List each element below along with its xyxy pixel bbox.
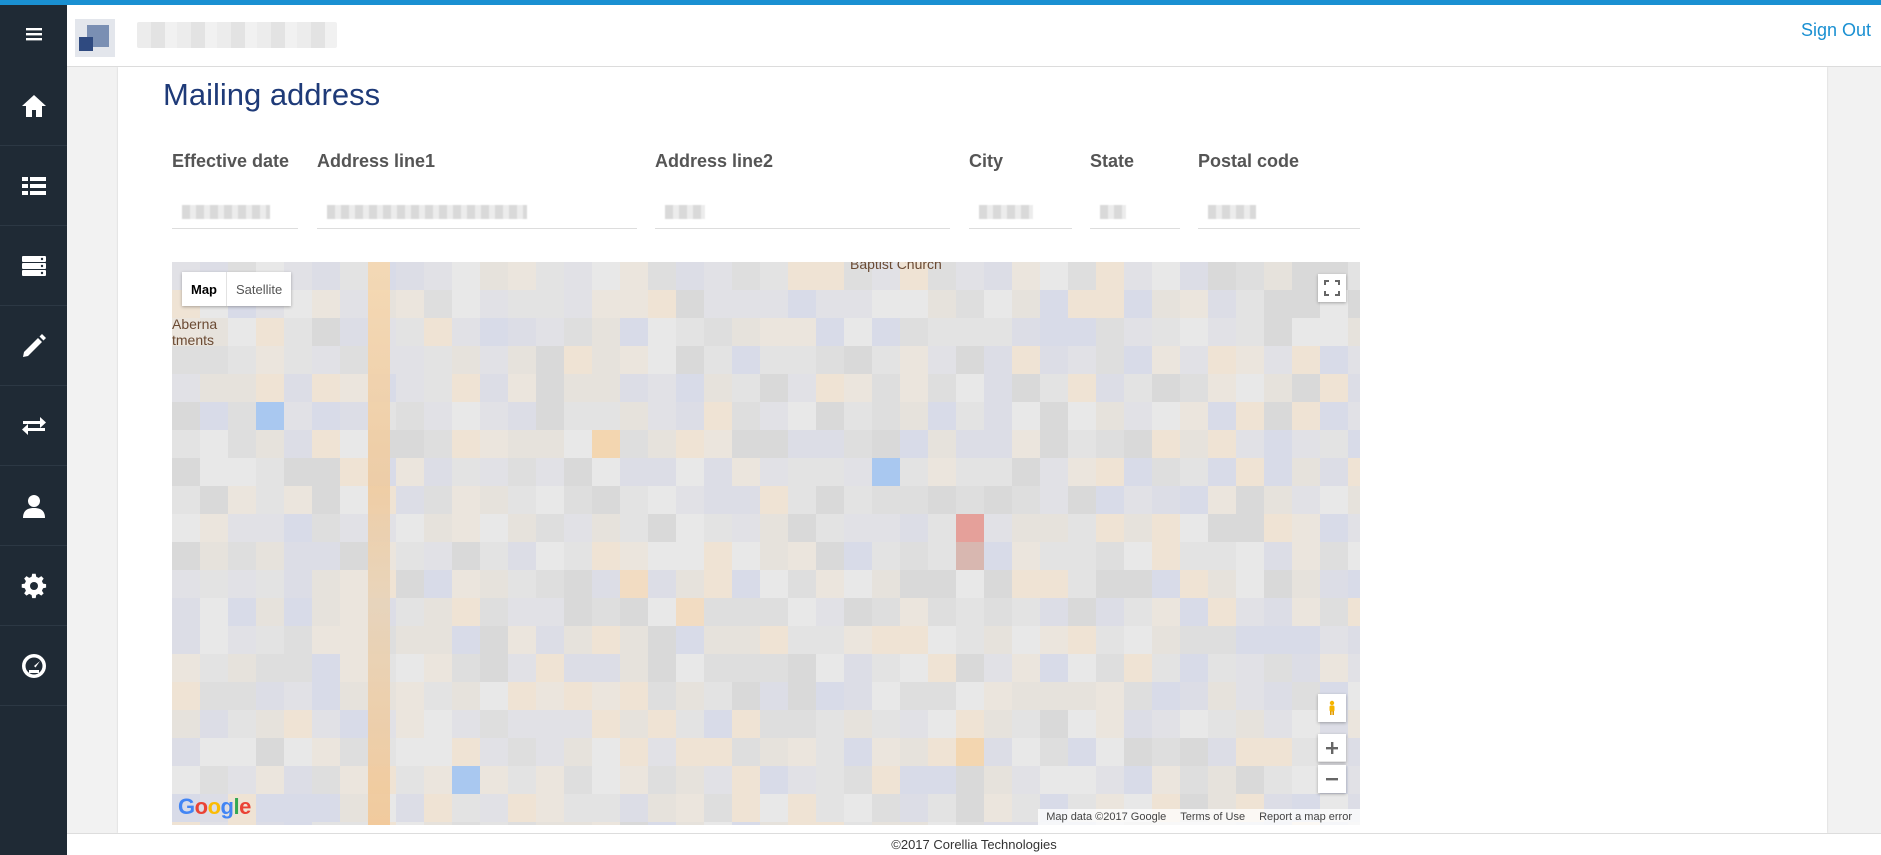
mailing-address-card: Mailing address Effective date Address l… [118, 67, 1827, 833]
list-icon [21, 176, 46, 195]
app-header: Sign Out [67, 5, 1881, 67]
address-line1-label: Address line1 [317, 151, 436, 171]
map-road [368, 262, 390, 825]
state-value[interactable] [1090, 197, 1180, 229]
sidebar-item-server[interactable] [0, 226, 67, 306]
state-label: State [1090, 151, 1135, 171]
map-attribution-bar: Map data ©2017 Google Terms of Use Repor… [1038, 809, 1360, 825]
google-map[interactable]: Baptist Church Aberna tments Map Satelli… [172, 262, 1360, 825]
sidebar-item-edit[interactable] [0, 306, 67, 386]
address-line2-value[interactable] [655, 197, 950, 229]
sidebar-item-profile[interactable] [0, 466, 67, 546]
effective-date-field: Effective date [172, 151, 298, 229]
map-attribution: Map data ©2017 Google [1046, 811, 1167, 823]
server-icon [21, 255, 46, 276]
address-line2-field: Address line2 [655, 151, 950, 229]
home-icon [21, 94, 46, 117]
page-footer: ©2017 Corellia Technologies [67, 833, 1881, 855]
effective-date-value[interactable] [172, 197, 298, 229]
map-type-map-button[interactable]: Map [182, 272, 226, 306]
state-field: State [1090, 151, 1180, 229]
pencil-icon [22, 333, 46, 357]
address-line1-field: Address line1 [317, 151, 637, 229]
city-value[interactable] [969, 197, 1072, 229]
postal-code-field: Postal code [1198, 151, 1360, 229]
report-map-error-link[interactable]: Report a map error [1259, 811, 1352, 823]
company-logo [75, 19, 115, 57]
postal-code-label: Postal code [1198, 151, 1300, 171]
address-line2-label: Address line2 [655, 151, 774, 171]
terms-of-use-link[interactable]: Terms of Use [1180, 811, 1245, 823]
sidebar-item-list[interactable] [0, 146, 67, 226]
map-place-label: Baptist Church [850, 262, 942, 272]
section-title: Mailing address [163, 77, 381, 112]
top-accent-bar [0, 0, 1881, 5]
sidebar [0, 0, 67, 855]
street-view-button[interactable] [1318, 694, 1346, 722]
hamburger-icon [25, 28, 42, 41]
sidebar-item-home[interactable] [0, 66, 67, 146]
map-place-label: Aberna [172, 316, 218, 332]
sidebar-item-settings[interactable] [0, 546, 67, 626]
city-field: City [969, 151, 1072, 229]
address-line1-value[interactable] [317, 197, 637, 229]
brand-name-redacted [137, 22, 337, 48]
gauge-icon [21, 653, 46, 678]
gear-icon [21, 573, 46, 598]
map-type-toggle: Map Satellite [182, 272, 292, 306]
sidebar-item-transfer[interactable] [0, 386, 67, 466]
map-place-label: tments [172, 332, 215, 348]
pegman-icon [1329, 700, 1335, 715]
google-logo: Google [178, 794, 251, 819]
map-tiles [172, 262, 1360, 825]
map-type-satellite-button[interactable]: Satellite [226, 272, 291, 306]
hamburger-menu-button[interactable] [0, 5, 67, 63]
user-icon [22, 494, 45, 518]
zoom-in-button[interactable] [1318, 734, 1346, 762]
sign-out-link[interactable]: Sign Out [1801, 20, 1871, 41]
fullscreen-button[interactable] [1318, 274, 1346, 302]
sidebar-item-dashboard[interactable] [0, 626, 67, 706]
copyright-text: ©2017 Corellia Technologies [891, 837, 1057, 852]
postal-code-value[interactable] [1198, 197, 1360, 229]
effective-date-label: Effective date [172, 151, 290, 171]
plus-icon [1326, 741, 1338, 754]
city-label: City [969, 151, 1004, 171]
fullscreen-icon [1324, 280, 1340, 296]
zoom-out-button[interactable] [1318, 765, 1346, 793]
minus-icon [1326, 778, 1338, 781]
transfer-icon [21, 416, 46, 435]
